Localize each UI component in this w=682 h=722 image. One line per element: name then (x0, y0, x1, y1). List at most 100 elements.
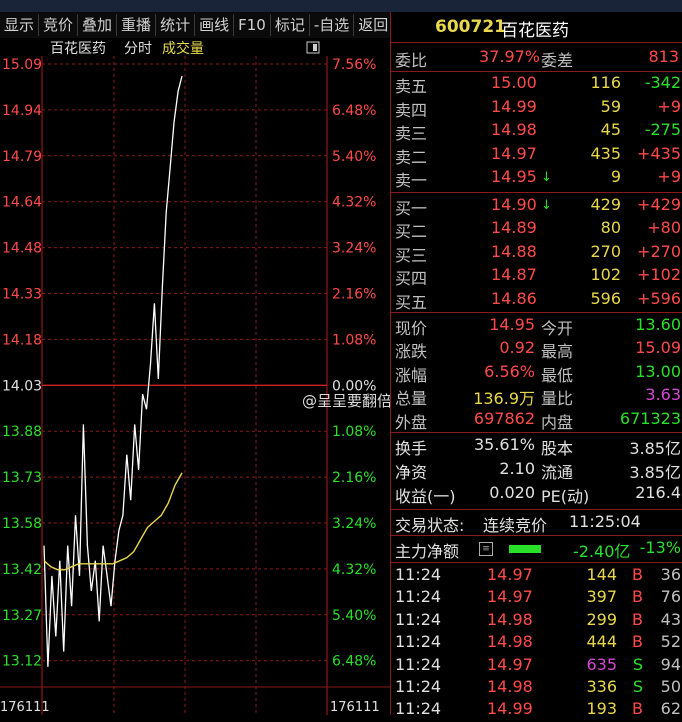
price-tick-label: 14.03 (2, 378, 42, 394)
toolbar-button-0[interactable]: 显示 (0, 14, 40, 36)
quote-row[interactable]: 涨幅 6.56% 最低 13.00 (391, 362, 682, 385)
fund-label-2: 股本 (541, 439, 574, 458)
fund-label: 净资 (395, 463, 428, 482)
quote-value: 6.56% (484, 361, 535, 381)
price-tick-label: 13.88 (2, 424, 42, 440)
quote-value-2: 13.00 (635, 361, 681, 381)
toolbar-button-2[interactable]: 叠加 (78, 14, 118, 36)
series-line-0 (43, 75, 183, 667)
price-tick-label: 14.33 (2, 287, 42, 303)
sell-volume: 59 (600, 96, 621, 116)
tick-time: 11:24 (395, 565, 442, 584)
tick-volume: 193 (586, 699, 617, 719)
price-tick-label: 13.12 (2, 654, 42, 670)
toolbar-button-4[interactable]: 统计 (156, 14, 196, 36)
tick-row[interactable]: 11:24 14.97 144 B 36 (391, 565, 682, 588)
series-line-1 (43, 472, 183, 571)
price-tick-label: 14.79 (2, 149, 42, 165)
weibi-label: 委比 (395, 51, 428, 70)
sell-row[interactable]: 卖二 14.97 435 +435 (391, 144, 682, 167)
buy-change: +80 (647, 218, 681, 238)
weibi-value: 37.97% (479, 47, 541, 66)
chart-toolbar: 显示 竞价 叠加 重播 统计 画线 F10 标记 -自选 返回 (0, 12, 394, 39)
percent-tick-label: 3.24% (332, 516, 376, 532)
fundamental-row[interactable]: 换手 35.61% 股本 3.85亿 (391, 435, 682, 458)
tick-row[interactable]: 11:24 14.97 635 S 94 (391, 655, 682, 678)
sell-volume: 45 (600, 120, 621, 140)
sell-row[interactable]: 卖四 14.99 59 +9 (391, 97, 682, 120)
quote-row[interactable]: 总量 136.9万 量比 3.63 (391, 385, 682, 408)
percent-tick-label: 5.40% (332, 608, 376, 624)
tick-row[interactable]: 11:24 14.97 397 B 76 (391, 587, 682, 610)
price-tick-label: 14.48 (2, 241, 42, 257)
sell-price: 14.98 (491, 120, 537, 140)
down-arrow-icon: ↓ (541, 170, 552, 186)
buy-price: 14.87 (491, 265, 537, 285)
sell-label: 卖一 (395, 171, 428, 191)
quote-value-2: 3.63 (645, 385, 681, 405)
tick-price: 14.98 (487, 677, 533, 696)
tick-price: 14.99 (487, 699, 533, 719)
tick-row[interactable]: 11:24 14.98 444 B 52 (391, 632, 682, 655)
tick-side: B (632, 699, 643, 719)
fundamental-row[interactable]: 收益(一) 0.020 PE(动) 216.4 (391, 483, 682, 506)
toolbar-button-8[interactable]: -自选 (310, 14, 355, 36)
toolbar-button-3[interactable]: 重播 (117, 14, 157, 36)
percent-tick-label: 7.56% (332, 57, 376, 73)
sell-row[interactable]: 卖五 15.00 116 -342 (391, 73, 682, 96)
fundamental-row[interactable]: 净资 2.10 流通 3.85亿 (391, 459, 682, 482)
trade-status-row: 交易状态: 连续竞价 11:25:04 (391, 512, 682, 535)
toolbar-button-6[interactable]: F10 (234, 14, 271, 36)
stock-name: 百花医药 (501, 21, 569, 41)
sell-row[interactable]: 卖三 14.98 45 -275 (391, 120, 682, 143)
toolbar-button-5[interactable]: 画线 (195, 14, 235, 36)
buy-row[interactable]: 买一 14.90 429 +429 ↓ (391, 195, 682, 218)
tick-price: 14.97 (487, 654, 533, 674)
tick-time: 11:24 (395, 587, 442, 607)
quote-label: 总量 (395, 389, 428, 409)
sell-label: 卖四 (395, 100, 428, 120)
tick-count: 43 (660, 609, 681, 629)
tick-price: 14.97 (487, 565, 533, 584)
sell-change: +9 (657, 96, 681, 116)
buy-row[interactable]: 买四 14.87 102 +102 (391, 265, 682, 288)
buy-label: 买一 (395, 199, 428, 218)
fund-value-2: 216.4 (635, 483, 681, 502)
quote-row[interactable]: 涨跌 0.92 最高 15.09 (391, 338, 682, 361)
quote-row[interactable]: 现价 14.95 今开 13.60 (391, 315, 682, 338)
tick-time: 11:24 (395, 699, 442, 719)
toolbar-button-1[interactable]: 竞价 (39, 14, 79, 36)
tick-time: 11:24 (395, 632, 442, 652)
tick-row[interactable]: 11:24 14.99 193 B 62 (391, 699, 682, 722)
toolbar-button-7[interactable]: 标记 (271, 14, 310, 36)
fund-value-2: 3.85亿 (629, 463, 681, 482)
percent-tick-label: 5.40% (332, 149, 376, 165)
intraday-chart[interactable]: 百花医药 分时 成交量 15.09 7.56% 14.94 6.48% 14.79 5.40% 1… (0, 38, 392, 715)
tick-row[interactable]: 11:24 14.98 336 S 50 (391, 677, 682, 700)
panel-toggle-icon-part (313, 44, 317, 51)
price-tick-label: 14.94 (2, 103, 42, 119)
tick-price: 14.97 (487, 587, 533, 607)
sell-volume: 435 (590, 143, 621, 163)
quote-row[interactable]: 外盘 697862 内盘 671323 (391, 409, 682, 432)
tick-side: S (632, 677, 643, 696)
tick-count: 52 (660, 632, 681, 652)
sell-volume: 116 (590, 73, 621, 92)
sell-row[interactable]: 卖一 14.95 9 +9 ↓ (391, 167, 682, 190)
main-flow-row: 主力净额 ≡ -2.40亿 -13% (391, 538, 682, 561)
buy-row[interactable]: 买三 14.88 270 +270 (391, 242, 682, 265)
buy-volume: 102 (590, 265, 621, 285)
buy-row[interactable]: 买二 14.89 80 +80 (391, 218, 682, 241)
toolbar-button-9[interactable]: 返回 (354, 14, 394, 36)
buy-label: 买三 (395, 245, 428, 265)
quote-label: 涨幅 (395, 365, 428, 385)
fund-label: 收益(一) (395, 487, 456, 506)
fund-value: 0.020 (489, 483, 535, 502)
list-icon[interactable]: ≡ (479, 542, 493, 556)
main-flow-value: -2.40亿 (573, 542, 631, 561)
buy-row[interactable]: 买五 14.86 596 +596 (391, 289, 682, 312)
tick-side: B (632, 609, 643, 629)
tick-row[interactable]: 11:24 14.98 299 B 43 (391, 610, 682, 633)
buy-volume: 429 (590, 195, 621, 214)
tick-time: 11:24 (395, 609, 442, 629)
